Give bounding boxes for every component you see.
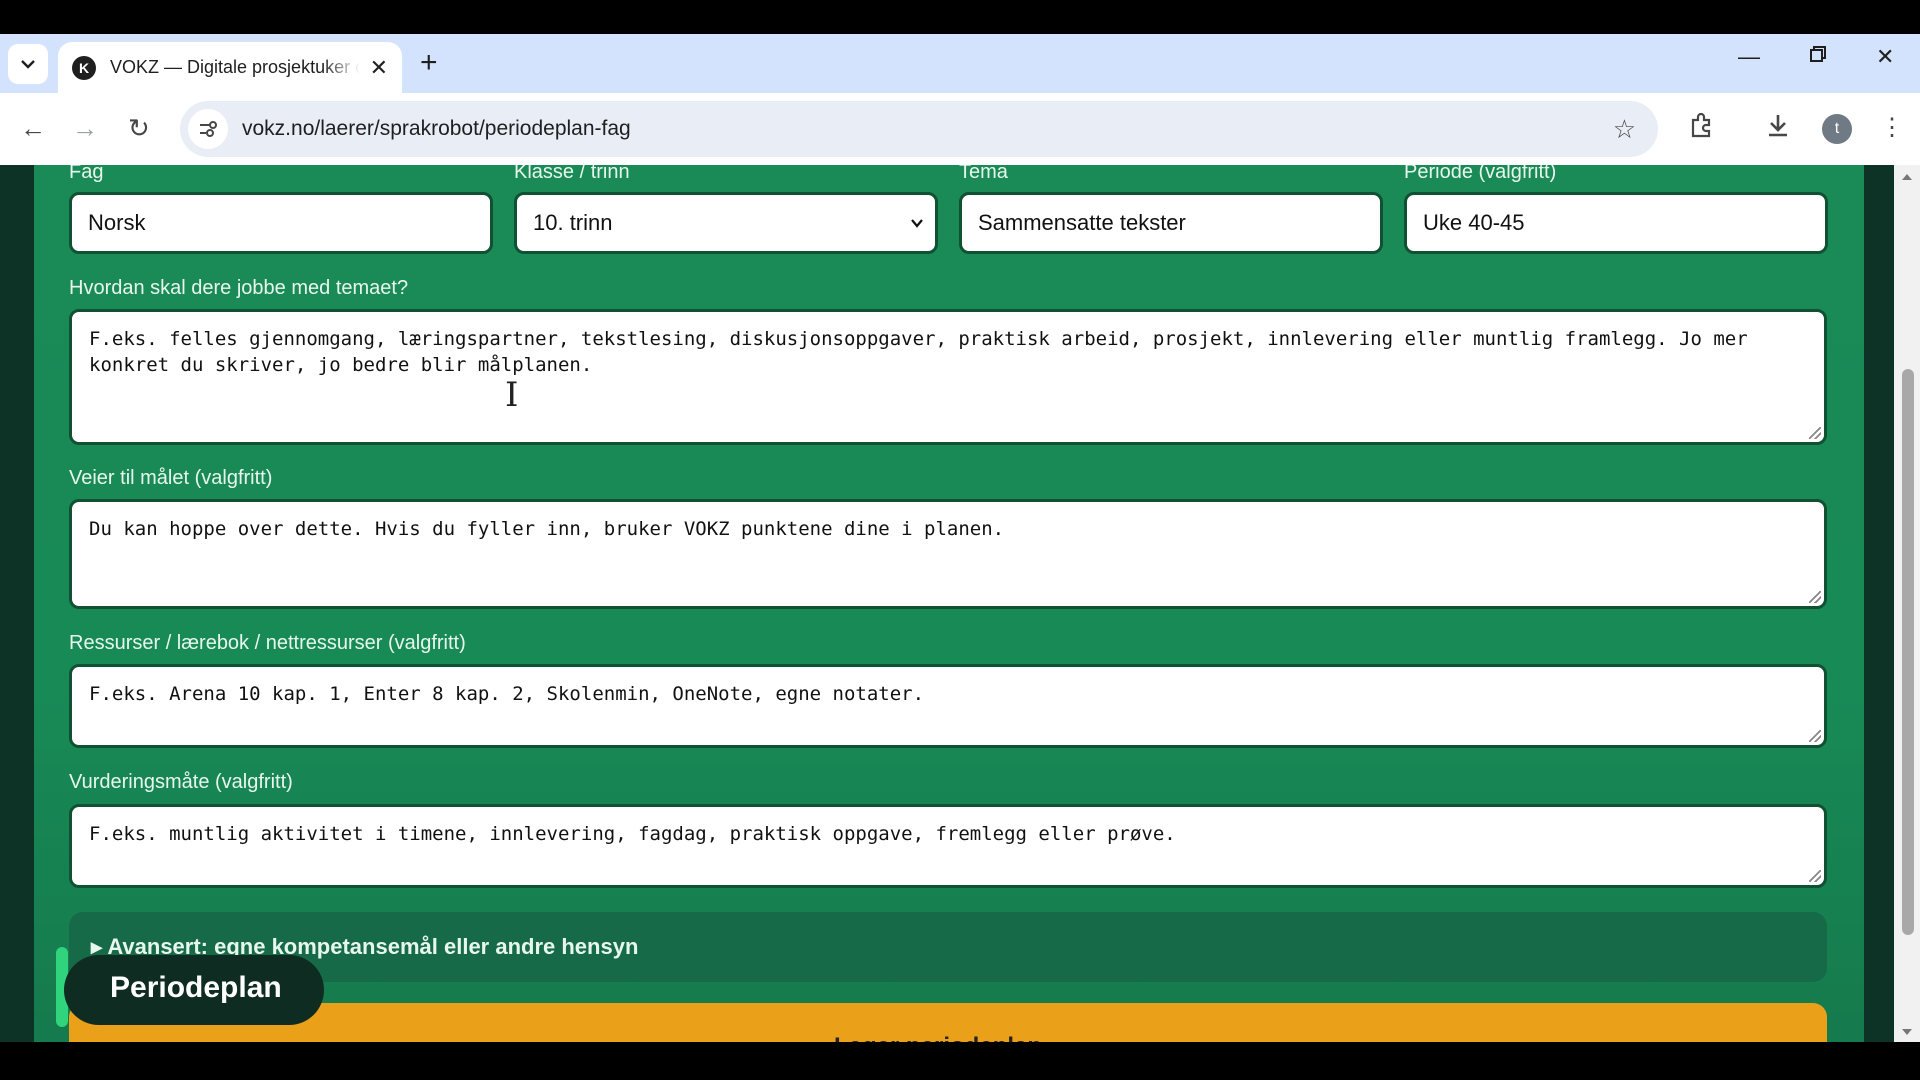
jobbe-placeholder: F.eks. felles gjennomgang, læringspartne… bbox=[89, 328, 1748, 376]
site-info-icon[interactable] bbox=[188, 109, 228, 149]
scroll-down-icon[interactable] bbox=[1894, 1024, 1920, 1040]
page-scrollbar[interactable] bbox=[1894, 165, 1920, 1042]
tab-bar: K VOKZ — Digitale prosjektuker og ✕ + — … bbox=[0, 34, 1920, 93]
ressurser-textarea[interactable]: F.eks. Arena 10 kap. 1, Enter 8 kap. 2, … bbox=[69, 664, 1827, 748]
fag-input[interactable]: Norsk bbox=[69, 192, 493, 254]
address-bar[interactable]: vokz.no/laerer/sprakrobot/periodeplan-fa… bbox=[180, 101, 1658, 157]
klasse-label: Klasse / trinn bbox=[514, 165, 630, 183]
vurdering-placeholder: F.eks. muntlig aktivitet i timene, innle… bbox=[89, 823, 1176, 845]
veier-label: Veier til målet (valgfritt) bbox=[69, 467, 273, 489]
browser-tab-active[interactable]: K VOKZ — Digitale prosjektuker og ✕ bbox=[58, 42, 402, 93]
resize-grip-icon[interactable] bbox=[1809, 427, 1821, 439]
resize-grip-icon[interactable] bbox=[1809, 730, 1821, 742]
page-viewport: Fag Klasse / trinn Tema Periode (valgfri… bbox=[0, 165, 1920, 1042]
chevron-down-icon bbox=[21, 60, 35, 69]
chevron-down-icon bbox=[911, 219, 923, 228]
new-tab-button[interactable]: + bbox=[420, 48, 438, 78]
resize-grip-icon[interactable] bbox=[1809, 870, 1821, 882]
klasse-select-value: 10. trinn bbox=[533, 210, 613, 235]
periode-label: Periode (valgfritt) bbox=[1404, 165, 1557, 183]
jobbe-label: Hvordan skal dere jobbe med temaet? bbox=[69, 277, 409, 299]
minimize-icon[interactable]: — bbox=[1738, 44, 1760, 70]
tab-search-button[interactable] bbox=[8, 44, 48, 84]
generate-plan-button[interactable]: Lager periodeplan... bbox=[69, 1003, 1827, 1042]
veier-placeholder: Du kan hoppe over dette. Hvis du fyller … bbox=[89, 518, 1005, 540]
advanced-details-toggle[interactable]: ▸ Avansert: egne kompetansemål eller and… bbox=[69, 912, 1827, 982]
resize-grip-icon[interactable] bbox=[1809, 591, 1821, 603]
close-window-icon[interactable]: ✕ bbox=[1876, 44, 1894, 70]
bookmark-star-icon[interactable]: ☆ bbox=[1613, 114, 1636, 145]
forward-icon[interactable]: → bbox=[72, 113, 98, 143]
ressurser-placeholder: F.eks. Arena 10 kap. 1, Enter 8 kap. 2, … bbox=[89, 683, 925, 705]
text-cursor-icon: I bbox=[505, 375, 519, 415]
restore-icon[interactable] bbox=[1808, 44, 1828, 70]
tema-label: Tema bbox=[959, 165, 1008, 183]
scroll-thumb[interactable] bbox=[1902, 369, 1914, 935]
vurdering-textarea[interactable]: F.eks. muntlig aktivitet i timene, innle… bbox=[69, 804, 1827, 888]
scroll-up-icon[interactable] bbox=[1894, 169, 1920, 185]
menu-kebab-icon[interactable]: ⋮ bbox=[1880, 113, 1904, 142]
browser-toolbar: ← → ↻ vokz.no/laerer/sprakrobot/periodep… bbox=[0, 93, 1920, 165]
ressurser-label: Ressurser / lærebok / nettressurser (val… bbox=[69, 632, 466, 654]
klasse-select[interactable]: 10. trinn bbox=[514, 192, 938, 254]
veier-textarea[interactable]: Du kan hoppe over dette. Hvis du fyller … bbox=[69, 499, 1827, 609]
fag-label: Fag bbox=[69, 165, 104, 183]
close-tab-icon[interactable]: ✕ bbox=[370, 55, 388, 81]
back-icon[interactable]: ← bbox=[20, 113, 46, 143]
screen: K VOKZ — Digitale prosjektuker og ✕ + — … bbox=[0, 0, 1920, 1080]
periode-input[interactable]: Uke 40-45 bbox=[1404, 192, 1828, 254]
profile-avatar[interactable]: t bbox=[1822, 114, 1852, 144]
download-icon[interactable] bbox=[1764, 111, 1792, 144]
periodeplan-badge: Periodeplan bbox=[64, 955, 324, 1025]
reload-icon[interactable]: ↻ bbox=[128, 113, 150, 143]
tab-title: VOKZ — Digitale prosjektuker og bbox=[110, 57, 360, 77]
vurdering-label: Vurderingsmåte (valgfritt) bbox=[69, 771, 293, 793]
favicon-icon: K bbox=[72, 55, 96, 80]
jobbe-textarea[interactable]: F.eks. felles gjennomgang, læringspartne… bbox=[69, 309, 1827, 445]
tema-input[interactable]: Sammensatte tekster bbox=[959, 192, 1383, 254]
url-text: vokz.no/laerer/sprakrobot/periodeplan-fa… bbox=[242, 117, 631, 140]
extensions-icon[interactable] bbox=[1688, 111, 1716, 144]
